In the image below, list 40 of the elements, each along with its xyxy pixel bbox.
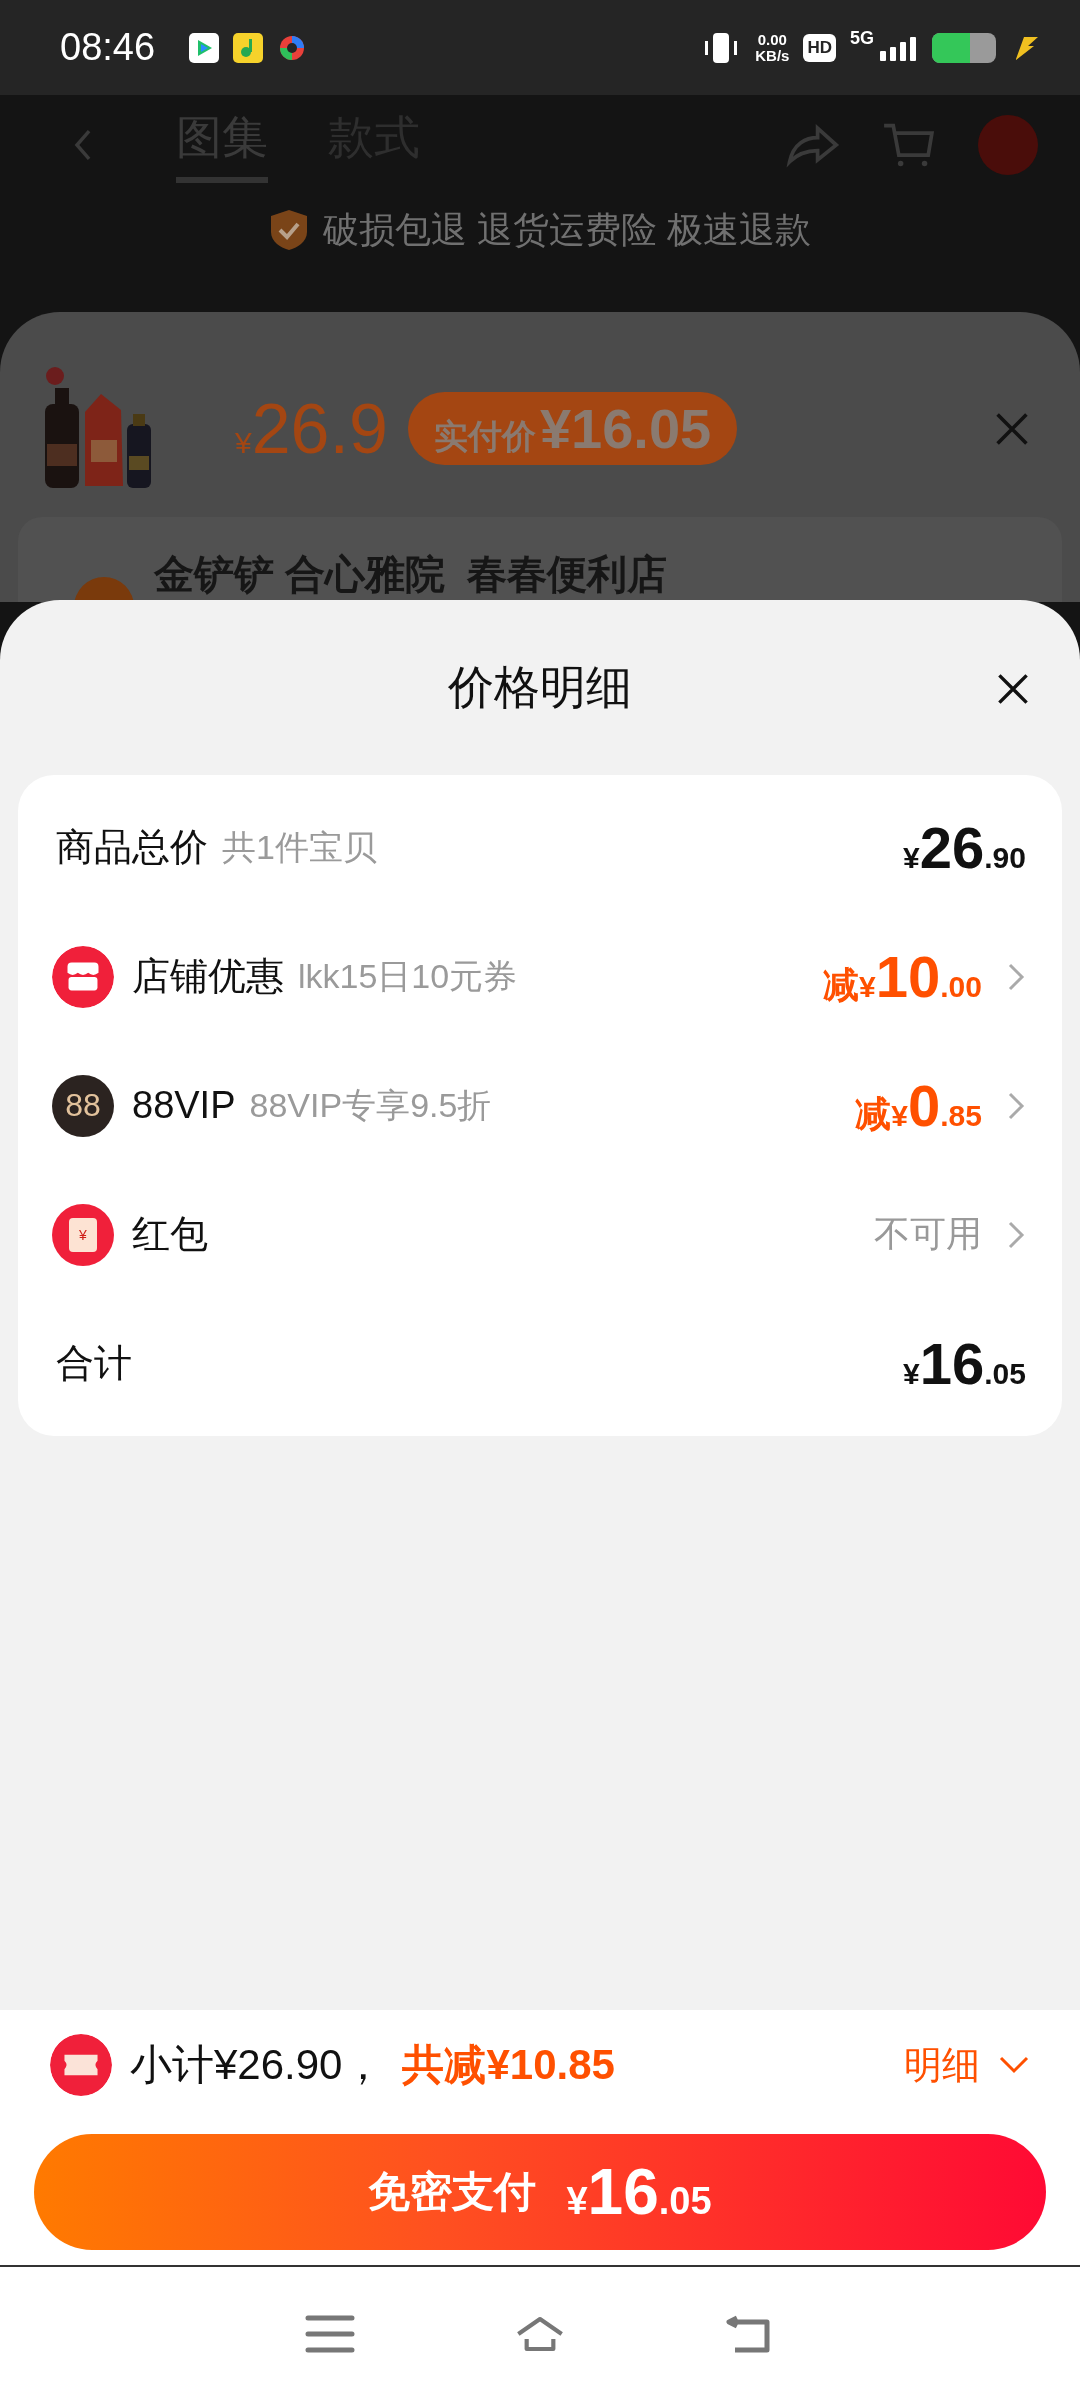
shop-name: 金铲铲 合心雅院 春春便利店	[154, 551, 668, 598]
shield-icon	[269, 208, 309, 252]
vip-icon: 88	[52, 1074, 114, 1137]
row-label: 红包	[132, 1212, 208, 1257]
amount: ¥16.05	[903, 1330, 1026, 1397]
share-icon[interactable]	[784, 122, 840, 168]
guarantee-text: 破损包退 退货运费险 极速退款	[323, 207, 811, 252]
row-note: lkk15日10元券	[298, 955, 518, 997]
amount: ¥26.90	[903, 814, 1026, 881]
subtotal-text: 小计¥26.90，	[130, 2040, 385, 2090]
hd-badge: HD	[803, 33, 836, 62]
signal-icon	[878, 34, 918, 61]
row-label: 88VIP	[132, 1084, 236, 1127]
pay-button[interactable]: 免密支付 ¥16.05	[34, 2134, 1046, 2250]
sheet-title: 价格明细	[448, 659, 632, 715]
ticket-icon	[50, 2034, 112, 2096]
detail-link[interactable]: 明细	[904, 2039, 980, 2091]
store-icon	[52, 945, 114, 1008]
network-type: 5G	[850, 28, 874, 49]
music-app-icon	[233, 32, 264, 63]
row-note: 共1件宝贝	[222, 826, 377, 868]
speed-unit: KB/s	[755, 47, 790, 64]
amount: 减¥10.00	[823, 943, 982, 1010]
discount-total: 共减¥10.85	[402, 2040, 615, 2090]
row-label: 店铺优惠	[132, 954, 284, 999]
chevron-down-icon[interactable]	[998, 2055, 1030, 2075]
close-icon[interactable]	[996, 672, 1030, 706]
row-note: 88VIP专享9.5折	[249, 1084, 492, 1126]
price: ¥26.9	[235, 388, 388, 469]
clock: 08:46	[60, 26, 156, 69]
row-label: 合计	[56, 1341, 132, 1386]
envelope-icon: ¥	[52, 1203, 114, 1266]
amount: 减¥0.85	[855, 1072, 982, 1139]
speed-value: 0.00	[757, 31, 787, 48]
row-label: 商品总价	[56, 825, 208, 870]
shop-card[interactable]: 金铲铲 合心雅院 春春便利店	[18, 517, 1062, 602]
battery-icon	[932, 32, 996, 63]
final-price-badge: 实付价¥16.05	[407, 392, 738, 465]
video-app-icon	[189, 32, 220, 63]
row-value: 不可用	[874, 1212, 982, 1256]
